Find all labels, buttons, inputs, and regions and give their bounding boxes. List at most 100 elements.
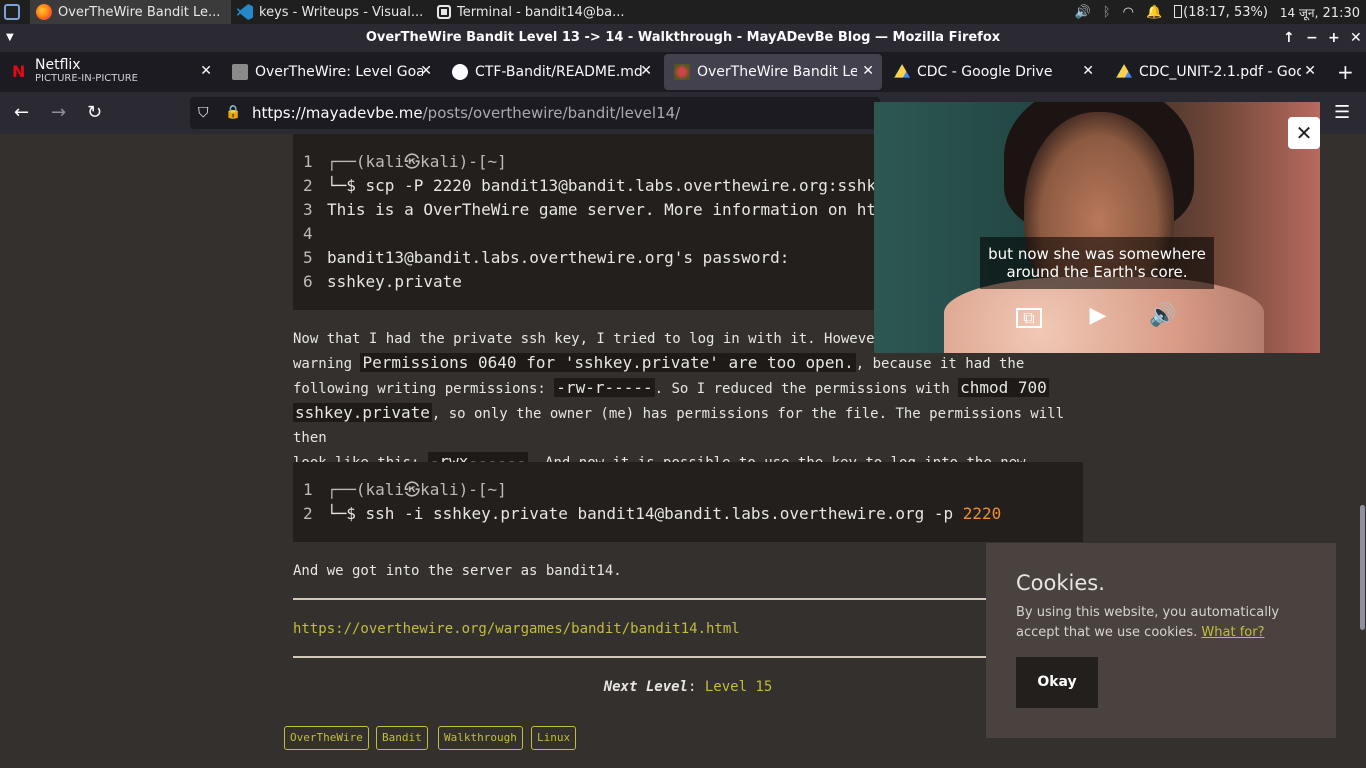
play-icon[interactable]: ▶ bbox=[1084, 302, 1112, 330]
pip-close-button[interactable]: ✕ bbox=[1288, 117, 1320, 149]
code-block-ssh: 1 ┌──(kali㉿kali)-[~] 2 └─$ ssh -i sshkey.p… bbox=[293, 462, 1083, 542]
tab-google-drive[interactable]: CDC - Google Drive ✕ bbox=[884, 54, 1102, 90]
close-tab-icon[interactable]: ✕ bbox=[1082, 63, 1094, 79]
code-text: This is a OverTheWire game server. More … bbox=[327, 200, 877, 219]
cookie-body: By using this website, you automatically… bbox=[1016, 603, 1316, 643]
inline-code: sshkey.private bbox=[293, 403, 432, 422]
picture-in-picture-player[interactable]: but now she was somewhere around the Ear… bbox=[874, 102, 1320, 353]
keep-above-icon[interactable]: ↑ bbox=[1283, 24, 1295, 52]
taskbar-item-vscode[interactable]: keys - Writeups - Visual... bbox=[231, 0, 431, 24]
close-window-icon[interactable]: ✕ bbox=[1350, 24, 1362, 52]
window-titlebar: ▼ OverTheWire Bandit Level 13 -> 14 - Wa… bbox=[0, 24, 1366, 52]
volume-icon[interactable]: 🔊 bbox=[1149, 302, 1177, 330]
line-number: 1 bbox=[303, 480, 313, 499]
lock-icon[interactable]: 🔒 bbox=[225, 97, 241, 129]
code-line: 5 bandit13@bandit.labs.overthewire.org's … bbox=[303, 246, 789, 270]
maximize-icon[interactable]: + bbox=[1328, 24, 1340, 52]
close-icon: ✕ bbox=[1295, 121, 1313, 145]
wifi-icon[interactable]: ◠ bbox=[1123, 5, 1134, 20]
code-line: 1 ┌──(kali㉿kali)-[~] bbox=[303, 478, 507, 502]
tag-overthewire[interactable]: OverTheWire bbox=[284, 726, 369, 750]
reload-icon[interactable]: ↻ bbox=[87, 103, 102, 123]
line-number: 1 bbox=[303, 152, 313, 171]
tab-overthewire-level-goal[interactable]: OverTheWire: Level Goal ✕ bbox=[222, 54, 440, 90]
code-text: ┌──(kali㉿kali)-[~] bbox=[327, 152, 507, 171]
tab-netflix[interactable]: N Netflix PICTURE-IN-PICTURE ✕ bbox=[2, 54, 220, 90]
next-level-label: Next Level bbox=[603, 679, 688, 695]
line-number: 2 bbox=[303, 176, 313, 195]
text: . So I reduced the permissions with bbox=[654, 381, 959, 397]
system-tray: 🔊 ᛒ ◠ 🔔 (18:17, 53%) 14 जून, 21:30 bbox=[1075, 0, 1360, 24]
close-tab-icon[interactable]: ✕ bbox=[862, 63, 874, 79]
subtitle-line: around the Earth's core. bbox=[1006, 263, 1188, 281]
code-text: bandit13@bandit.labs.overthewire.org's p… bbox=[327, 248, 790, 267]
volume-icon[interactable]: 🔊 bbox=[1075, 5, 1091, 20]
video-subtitle: but now she was somewhere around the Ear… bbox=[980, 237, 1214, 289]
fullscreen-toggle-icon[interactable]: ⧉ bbox=[1016, 308, 1042, 328]
divider bbox=[293, 656, 1083, 658]
next-level-link[interactable]: Level 15 bbox=[705, 679, 772, 695]
subtitle-line: but now she was somewhere bbox=[988, 245, 1206, 263]
close-tab-icon[interactable]: ✕ bbox=[200, 63, 212, 79]
next-level-nav: Next Level: Level 15 bbox=[293, 675, 1083, 699]
code-text: └─$ ssh -i sshkey.private bandit14@bandi… bbox=[327, 504, 963, 523]
url-bar[interactable]: ⛉ 🔒 https://mayadevbe.me/posts/overthewi… bbox=[190, 97, 880, 129]
taskbar-item-terminal[interactable]: Terminal - bandit14@ba... bbox=[431, 0, 631, 24]
tag-walkthrough[interactable]: Walkthrough bbox=[438, 726, 523, 750]
paragraph-result: And we got into the server as bandit14. bbox=[293, 563, 622, 579]
line-number: 5 bbox=[303, 248, 313, 267]
app-menu-hamburger-icon[interactable]: ☰ bbox=[1334, 103, 1350, 123]
source-link[interactable]: https://overthewire.org/wargames/bandit/… bbox=[293, 617, 1083, 641]
bluetooth-icon[interactable]: ᛒ bbox=[1103, 5, 1111, 20]
taskbar-item-firefox[interactable]: OverTheWire Bandit Le... bbox=[30, 0, 231, 24]
back-icon[interactable]: ← bbox=[14, 103, 29, 123]
cookie-what-for-link[interactable]: What for? bbox=[1201, 625, 1264, 640]
window-title: OverTheWire Bandit Level 13 -> 14 - Walk… bbox=[365, 30, 1001, 45]
close-tab-icon[interactable]: ✕ bbox=[420, 63, 432, 79]
blog-icon bbox=[674, 64, 690, 80]
tab-title: CDC_UNIT-2.1.pdf - Goog bbox=[1139, 64, 1301, 80]
minimize-icon[interactable]: − bbox=[1306, 24, 1318, 52]
inline-code: chmod 700 bbox=[958, 378, 1049, 397]
page-scrollbar[interactable] bbox=[1360, 505, 1365, 630]
notification-bell-icon[interactable]: 🔔 bbox=[1146, 5, 1162, 20]
line-number: 6 bbox=[303, 272, 313, 291]
window-menu-icon[interactable]: ▼ bbox=[6, 24, 14, 52]
google-drive-icon bbox=[894, 64, 910, 78]
new-tab-icon[interactable]: + bbox=[1337, 60, 1354, 84]
terminal-icon bbox=[437, 5, 451, 19]
tag-linux[interactable]: Linux bbox=[531, 726, 577, 750]
code-text: sshkey.private bbox=[327, 272, 462, 291]
tracking-protection-icon[interactable]: ⛉ bbox=[198, 97, 209, 129]
forward-icon[interactable]: → bbox=[51, 103, 66, 123]
text: Now that I had the private ssh key, I tr… bbox=[293, 331, 909, 347]
tab-bandit-blog[interactable]: OverTheWire Bandit Lev ✕ bbox=[664, 54, 882, 90]
tab-google-drive-pdf[interactable]: CDC_UNIT-2.1.pdf - Goog ✕ bbox=[1106, 54, 1324, 90]
close-tab-icon[interactable]: ✕ bbox=[640, 63, 652, 79]
tab-title: Netflix bbox=[35, 57, 81, 73]
code-line: 3 This is a OverTheWire game server. More… bbox=[303, 198, 876, 222]
code-line: 6 sshkey.private bbox=[303, 270, 462, 294]
cookie-okay-button[interactable]: Okay bbox=[1016, 657, 1098, 708]
url-host: https://mayadevbe.me bbox=[252, 104, 423, 122]
google-drive-icon bbox=[1116, 64, 1132, 78]
tab-github-readme[interactable]: CTF-Bandit/README.md ✕ bbox=[442, 54, 660, 90]
tab-title: CDC - Google Drive bbox=[917, 64, 1053, 80]
app-menu-icon[interactable] bbox=[4, 4, 20, 20]
battery-status[interactable]: (18:17, 53%) bbox=[1174, 4, 1268, 20]
taskbar-item-label: keys - Writeups - Visual... bbox=[259, 4, 424, 20]
firefox-icon bbox=[36, 4, 52, 20]
text: following writing permissions: bbox=[293, 381, 555, 397]
tab-strip: N Netflix PICTURE-IN-PICTURE ✕ OverTheWi… bbox=[0, 52, 1366, 92]
divider bbox=[293, 598, 1083, 600]
clock-date: 14 जून, bbox=[1279, 5, 1319, 20]
close-tab-icon[interactable]: ✕ bbox=[1304, 63, 1316, 79]
clock-time: 21:30 bbox=[1322, 5, 1360, 21]
cookie-title: Cookies. bbox=[1016, 571, 1105, 595]
line-number: 4 bbox=[303, 224, 313, 243]
tag-bandit[interactable]: Bandit bbox=[376, 726, 428, 750]
text: , because it had the bbox=[855, 356, 1025, 372]
clock[interactable]: 14 जून, 21:30 bbox=[1280, 4, 1360, 21]
battery-icon bbox=[1174, 4, 1183, 18]
netflix-icon: N bbox=[12, 62, 26, 81]
